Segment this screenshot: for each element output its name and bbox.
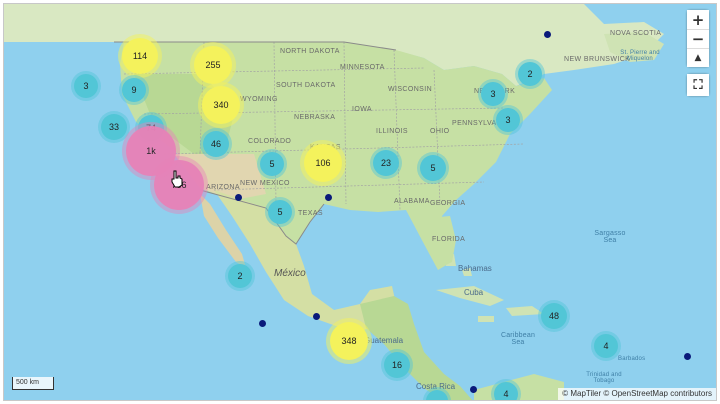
cluster-count: 3 bbox=[83, 81, 89, 91]
cluster-count: 340 bbox=[213, 100, 229, 110]
cluster-count: 756 bbox=[171, 180, 187, 190]
label-caribbean-sea: Caribbean Sea bbox=[500, 332, 536, 346]
fullscreen-control: ⛶ bbox=[687, 74, 709, 96]
cluster-count: 23 bbox=[380, 158, 391, 168]
point-marker[interactable] bbox=[470, 386, 477, 393]
cluster-46[interactable]: 46 bbox=[203, 131, 229, 157]
cluster-3-east-coast[interactable]: 3 bbox=[496, 108, 520, 132]
cluster-count: 2 bbox=[237, 271, 243, 281]
label-barbados: Barbados bbox=[618, 356, 646, 362]
label-georgia: GEORGIA bbox=[430, 200, 466, 207]
cluster-33[interactable]: 33 bbox=[101, 114, 127, 140]
cluster-count: 106 bbox=[315, 158, 331, 168]
cluster-2-mexico[interactable]: 2 bbox=[228, 264, 252, 288]
label-wisconsin: WISCONSIN bbox=[388, 86, 433, 93]
label-sargasso-sea: Sargasso Sea bbox=[594, 230, 626, 244]
cluster-4-caribbean[interactable]: 4 bbox=[594, 334, 618, 358]
label-mexico: México bbox=[274, 268, 306, 279]
label-nova-scotia: NOVA SCOTIA bbox=[610, 30, 662, 37]
point-marker[interactable] bbox=[259, 320, 266, 327]
cluster-count: 3 bbox=[505, 115, 511, 125]
cluster-count: 4 bbox=[503, 389, 509, 399]
cluster-106[interactable]: 106 bbox=[304, 144, 342, 182]
cluster-count: 3 bbox=[490, 89, 496, 99]
cluster-count: 255 bbox=[205, 60, 221, 70]
compass-button[interactable]: ▲ bbox=[687, 48, 709, 67]
label-wyoming: WYOMING bbox=[240, 96, 278, 103]
map-attribution[interactable]: © MapTiler © OpenStreetMap contributors bbox=[558, 388, 716, 400]
cluster-48[interactable]: 48 bbox=[541, 303, 567, 329]
label-guatemala: Guatemala bbox=[364, 336, 404, 345]
cluster-340[interactable]: 340 bbox=[202, 86, 240, 124]
scale-bar: 500 km bbox=[12, 377, 54, 390]
label-illinois: ILLINOIS bbox=[376, 128, 408, 135]
cluster-count: 46 bbox=[210, 139, 221, 149]
point-marker[interactable] bbox=[313, 313, 320, 320]
label-iowa: IOWA bbox=[352, 106, 373, 113]
label-florida: FLORIDA bbox=[432, 236, 466, 243]
navigation-control: + − ▲ bbox=[687, 10, 709, 67]
cluster-count: 4 bbox=[603, 341, 609, 351]
label-st-pierre: St. Pierre and Miquelon bbox=[620, 50, 660, 62]
cluster-count: 5 bbox=[430, 163, 436, 173]
cluster-count: 5 bbox=[269, 159, 275, 169]
label-cuba: Cuba bbox=[464, 288, 484, 297]
label-colorado: COLORADO bbox=[248, 138, 292, 145]
cluster-count: 9 bbox=[131, 85, 137, 95]
cluster-348[interactable]: 348 bbox=[330, 322, 368, 360]
point-marker[interactable] bbox=[544, 31, 551, 38]
cluster-114[interactable]: 114 bbox=[122, 38, 158, 74]
point-marker[interactable] bbox=[235, 194, 242, 201]
cluster-5-colorado[interactable]: 5 bbox=[260, 152, 284, 176]
label-north-dakota: NORTH DAKOTA bbox=[280, 48, 340, 55]
cluster-count: 348 bbox=[341, 336, 357, 346]
cluster-4-south[interactable]: 4 bbox=[494, 382, 518, 400]
cluster-count: 48 bbox=[548, 311, 559, 321]
zoom-in-button[interactable]: + bbox=[687, 10, 709, 29]
cluster-2-newengland[interactable]: 2 bbox=[518, 62, 542, 86]
label-arizona: ARIZONA bbox=[206, 184, 240, 191]
label-south-dakota: SOUTH DAKOTA bbox=[276, 82, 336, 89]
zoom-out-button[interactable]: − bbox=[687, 29, 709, 48]
cluster-16[interactable]: 16 bbox=[384, 352, 410, 378]
cluster-count: 33 bbox=[108, 122, 119, 132]
cluster-3-northeast[interactable]: 3 bbox=[481, 82, 505, 106]
cluster-1k[interactable]: 1k bbox=[126, 126, 176, 176]
label-minnesota: MINNESOTA bbox=[340, 64, 385, 71]
cluster-3-pacific[interactable]: 3 bbox=[74, 74, 98, 98]
cluster-count: 114 bbox=[132, 51, 148, 61]
cluster-9[interactable]: 9 bbox=[122, 78, 146, 102]
label-trinidad: Trinidad and Tobago bbox=[586, 372, 622, 384]
label-nebraska: NEBRASKA bbox=[294, 114, 336, 121]
cluster-count: 16 bbox=[391, 360, 402, 370]
cluster-255[interactable]: 255 bbox=[194, 46, 232, 84]
point-marker[interactable] bbox=[684, 353, 691, 360]
label-alabama: ALABAMA bbox=[394, 198, 430, 205]
label-bahamas: Bahamas bbox=[458, 264, 492, 273]
cluster-count: 2 bbox=[527, 69, 533, 79]
cluster-23[interactable]: 23 bbox=[373, 150, 399, 176]
cluster-count: 5 bbox=[277, 207, 283, 217]
label-ohio: OHIO bbox=[430, 128, 450, 135]
label-texas: TEXAS bbox=[298, 210, 323, 217]
point-marker[interactable] bbox=[325, 194, 332, 201]
cluster-5-southeast[interactable]: 5 bbox=[420, 155, 446, 181]
fullscreen-button[interactable]: ⛶ bbox=[687, 74, 709, 96]
map-canvas[interactable]: NORTH DAKOTA MINNESOTA SOUTH DAKOTA WISC… bbox=[3, 3, 717, 401]
cluster-count: 1k bbox=[146, 146, 156, 156]
cluster-5-texas[interactable]: 5 bbox=[268, 200, 292, 224]
label-new-mexico: NEW MEXICO bbox=[240, 180, 290, 187]
